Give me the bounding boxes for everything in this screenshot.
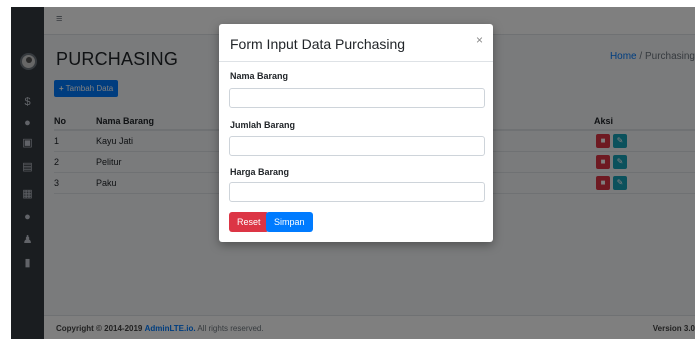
- nama-barang-label: Nama Barang: [230, 71, 289, 81]
- jumlah-barang-input[interactable]: [229, 136, 485, 156]
- modal-header: Form Input Data Purchasing ×: [219, 24, 493, 62]
- close-icon[interactable]: ×: [476, 33, 483, 47]
- harga-barang-input[interactable]: [229, 182, 485, 202]
- modal-title: Form Input Data Purchasing: [230, 36, 406, 52]
- jumlah-barang-label: Jumlah Barang: [230, 120, 296, 130]
- nama-barang-input[interactable]: [229, 88, 485, 108]
- purchasing-form-modal: Form Input Data Purchasing × Nama Barang…: [219, 24, 493, 242]
- save-button[interactable]: Simpan: [266, 212, 313, 232]
- reset-button[interactable]: Reset: [229, 212, 269, 232]
- harga-barang-label: Harga Barang: [230, 167, 290, 177]
